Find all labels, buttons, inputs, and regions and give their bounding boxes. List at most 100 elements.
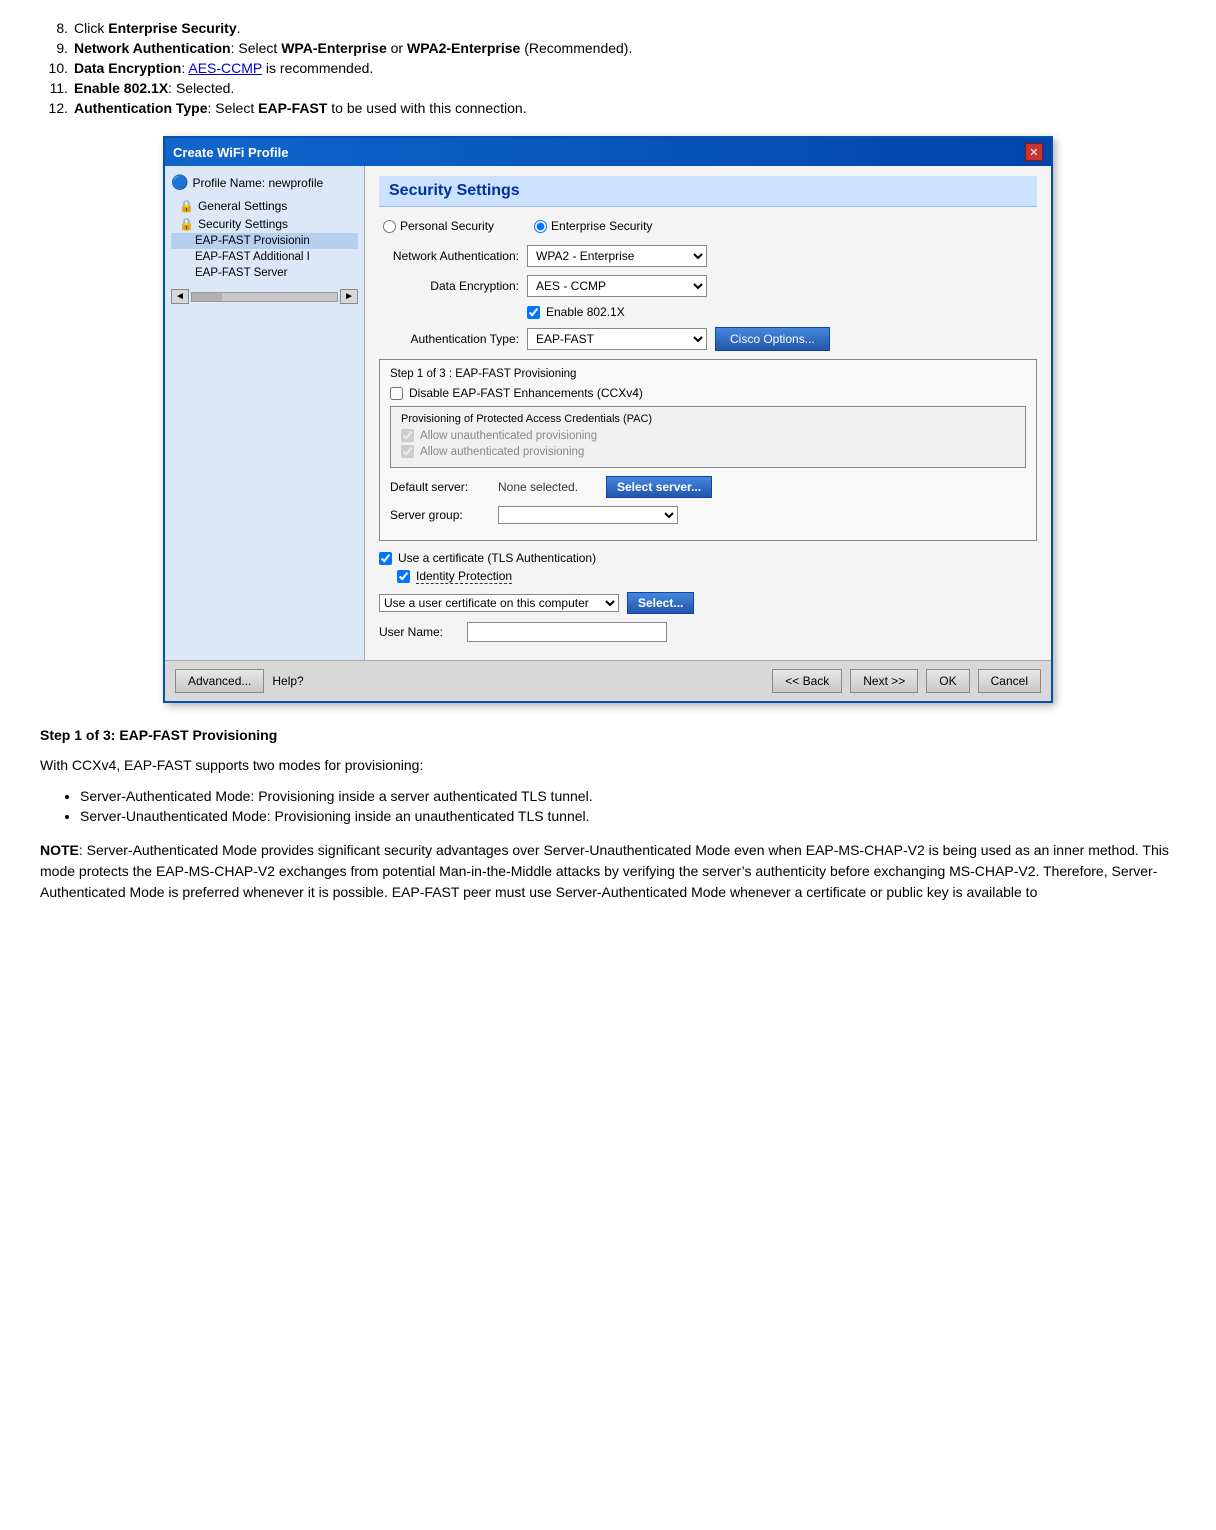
bullet-server-unauth: Server-Unauthenticated Mode: Provisionin…	[80, 808, 1176, 824]
left-panel-scrollbar[interactable]: ◄ ►	[171, 289, 358, 304]
bottom-right-buttons: << Back Next >> OK Cancel	[772, 669, 1041, 693]
eap-fast-text: EAP-FAST	[258, 100, 327, 116]
list-item-8: 8. Click Enterprise Security.	[40, 20, 1176, 36]
data-encryption-label: Data Encryption	[74, 60, 181, 76]
default-server-form-label: Default server:	[390, 480, 490, 494]
allow-auth-row: Allow authenticated provisioning	[401, 445, 1015, 458]
network-auth-row: Network Authentication: WPA2 - Enterpris…	[379, 245, 1037, 267]
list-item-11: 11. Enable 802.1X: Selected.	[40, 80, 1176, 96]
personal-security-radio-label[interactable]: Personal Security	[383, 219, 494, 233]
enterprise-security-radio-label[interactable]: Enterprise Security	[534, 219, 652, 233]
enable-8021x-label: Enable 802.1X	[546, 305, 625, 319]
cancel-button[interactable]: Cancel	[978, 669, 1041, 693]
username-form-label: User Name:	[379, 625, 459, 639]
user-cert-row: Use a user certificate on this computer …	[379, 592, 1037, 614]
list-item-10: 10. Data Encryption: AES-CCMP is recomme…	[40, 60, 1176, 76]
auth-type-form-label: Authentication Type:	[379, 332, 519, 346]
tls-row: Use a certificate (TLS Authentication)	[379, 551, 1037, 565]
eap-fast-additional-item[interactable]: EAP-FAST Additional I	[171, 249, 358, 265]
username-row: User Name:	[379, 622, 1037, 642]
scroll-thumb	[192, 293, 222, 301]
disable-eap-fast-label: Disable EAP-FAST Enhancements (CCXv4)	[409, 386, 643, 400]
security-type-row: Personal Security Enterprise Security	[379, 219, 1037, 233]
wpa2-enterprise-text: WPA2-Enterprise	[407, 40, 520, 56]
data-enc-row: Data Encryption: AES - CCMP	[379, 275, 1037, 297]
personal-security-text: Personal Security	[400, 219, 494, 233]
dialog-title: Create WiFi Profile	[173, 145, 288, 160]
cisco-options-button[interactable]: Cisco Options...	[715, 327, 830, 351]
pac-box: Provisioning of Protected Access Credent…	[390, 406, 1026, 468]
select-server-button[interactable]: Select server...	[606, 476, 712, 498]
allow-auth-checkbox	[401, 445, 414, 458]
list-item-9: 9. Network Authentication: Select WPA-En…	[40, 40, 1176, 56]
next-button[interactable]: Next >>	[850, 669, 918, 693]
profile-icon: 🔵	[171, 174, 188, 191]
server-group-row: Server group:	[390, 506, 1026, 524]
instructions-list: 8. Click Enterprise Security. 9. Network…	[40, 20, 1176, 116]
enable-8021x-label: Enable 802.1X	[74, 80, 168, 96]
allow-auth-label: Allow authenticated provisioning	[420, 446, 584, 458]
personal-security-radio[interactable]	[383, 220, 396, 233]
step-box-title: Step 1 of 3 : EAP-FAST Provisioning	[390, 368, 1026, 380]
security-settings-item[interactable]: 🔒 Security Settings	[171, 215, 358, 233]
left-panel: 🔵 Profile Name: newprofile 🔒 General Set…	[165, 166, 365, 660]
allow-unauth-label: Allow unauthenticated provisioning	[420, 430, 597, 442]
dialog-wrapper: Create WiFi Profile ✕ 🔵 Profile Name: ne…	[40, 136, 1176, 703]
ok-button[interactable]: OK	[926, 669, 969, 693]
enterprise-security-radio[interactable]	[534, 220, 547, 233]
list-item-12: 12. Authentication Type: Select EAP-FAST…	[40, 100, 1176, 116]
close-button[interactable]: ✕	[1025, 143, 1043, 161]
provisioning-bullets: Server-Authenticated Mode: Provisioning …	[80, 788, 1176, 824]
data-enc-select[interactable]: AES - CCMP	[527, 275, 707, 297]
security-settings-heading: Security Settings	[379, 176, 1037, 207]
tls-checkbox[interactable]	[379, 552, 392, 565]
dialog-body: 🔵 Profile Name: newprofile 🔒 General Set…	[165, 166, 1051, 660]
note-paragraph: NOTE: Server-Authenticated Mode provides…	[40, 840, 1176, 903]
identity-checkbox[interactable]	[397, 570, 410, 583]
step-heading: Step 1 of 3: EAP-FAST Provisioning	[40, 727, 1176, 743]
data-enc-form-label: Data Encryption:	[379, 279, 519, 293]
aes-ccmp-link[interactable]: AES-CCMP	[188, 60, 262, 76]
auth-type-label-text: Authentication Type	[74, 100, 208, 116]
dialog-titlebar: Create WiFi Profile ✕	[165, 138, 1051, 166]
back-button[interactable]: << Back	[772, 669, 842, 693]
tls-label: Use a certificate (TLS Authentication)	[398, 551, 596, 565]
right-panel: Security Settings Personal Security Ente…	[365, 166, 1051, 660]
lock-icon-general: 🔒	[179, 199, 194, 213]
network-auth-select[interactable]: WPA2 - Enterprise	[527, 245, 707, 267]
bullet-server-auth: Server-Authenticated Mode: Provisioning …	[80, 788, 1176, 804]
security-settings-label: Security Settings	[198, 217, 288, 231]
default-server-value: None selected.	[498, 480, 598, 494]
note-label: NOTE	[40, 842, 79, 858]
enable-8021x-checkbox[interactable]	[527, 306, 540, 319]
network-auth-label: Network Authentication	[74, 40, 231, 56]
advanced-button[interactable]: Advanced...	[175, 669, 264, 693]
pac-box-title: Provisioning of Protected Access Credent…	[401, 413, 1015, 425]
user-cert-select[interactable]: Use a user certificate on this computer	[379, 594, 619, 612]
identity-row: Identity Protection	[379, 569, 1037, 584]
eap-fast-additional-label: EAP-FAST Additional I	[195, 251, 310, 263]
general-settings-label: General Settings	[198, 199, 287, 213]
eap-fast-server-label: EAP-FAST Server	[195, 267, 287, 279]
eap-fast-server-item[interactable]: EAP-FAST Server	[171, 265, 358, 281]
intro-para: With CCXv4, EAP-FAST supports two modes …	[40, 755, 1176, 776]
eap-fast-provisioning-item[interactable]: EAP-FAST Provisionin	[171, 233, 358, 249]
note-text: : Server-Authenticated Mode provides sig…	[40, 842, 1169, 900]
identity-label: Identity Protection	[416, 569, 512, 584]
select-cert-button[interactable]: Select...	[627, 592, 694, 614]
server-group-select[interactable]	[498, 506, 678, 524]
help-label: Help?	[272, 674, 303, 688]
scroll-left-arrow[interactable]: ◄	[171, 289, 189, 304]
eap-fast-provisioning-label: EAP-FAST Provisionin	[195, 235, 310, 247]
dialog-bottom: Advanced... Help? << Back Next >> OK Can…	[165, 660, 1051, 701]
general-settings-item[interactable]: 🔒 General Settings	[171, 197, 358, 215]
auth-type-row: Authentication Type: EAP-FAST Cisco Opti…	[379, 327, 1037, 351]
network-auth-form-label: Network Authentication:	[379, 249, 519, 263]
disable-eap-fast-checkbox[interactable]	[390, 387, 403, 400]
default-server-row: Default server: None selected. Select se…	[390, 476, 1026, 498]
disable-eap-fast-row: Disable EAP-FAST Enhancements (CCXv4)	[390, 386, 1026, 400]
scroll-right-arrow[interactable]: ►	[340, 289, 358, 304]
auth-type-select[interactable]: EAP-FAST	[527, 328, 707, 350]
username-input[interactable]	[467, 622, 667, 642]
create-wifi-dialog: Create WiFi Profile ✕ 🔵 Profile Name: ne…	[163, 136, 1053, 703]
